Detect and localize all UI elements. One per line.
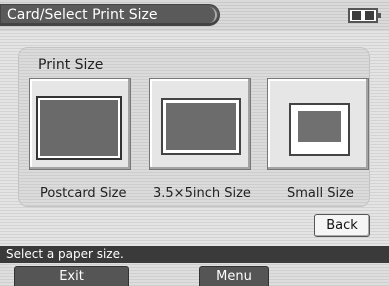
screen-title: Card/Select Print Size (0, 4, 220, 26)
battery-full-icon (348, 8, 381, 23)
exit-button[interactable]: Exit (14, 266, 129, 286)
back-button[interactable]: Back (314, 214, 370, 237)
postcard-size-label: Postcard Size (40, 186, 127, 201)
bottom-bar: Exit Menu (0, 263, 389, 286)
panel-title: Print Size (38, 57, 104, 73)
3x5-size-option[interactable] (149, 78, 251, 170)
status-message: Select a paper size. (0, 246, 389, 263)
menu-button[interactable]: Menu (199, 266, 269, 286)
title-bar: Card/Select Print Size (0, 0, 389, 30)
postcard-paper-icon (36, 96, 122, 160)
postcard-size-option[interactable] (29, 78, 131, 170)
print-size-panel: Print Size Postcard Size 3.5×5inch Size … (18, 47, 370, 207)
small-size-option[interactable] (267, 78, 369, 170)
small-size-label: Small Size (287, 186, 354, 201)
small-paper-icon (289, 103, 350, 156)
3x5-size-label: 3.5×5inch Size (153, 186, 251, 201)
photo-paper-icon (161, 98, 241, 155)
